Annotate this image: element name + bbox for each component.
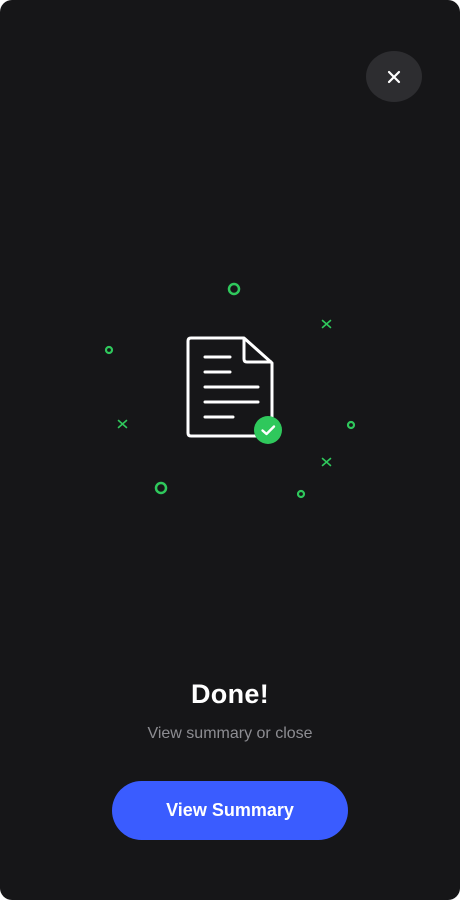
view-summary-button[interactable]: View Summary bbox=[112, 781, 348, 840]
decor-circle-icon bbox=[154, 481, 168, 495]
completion-screen: Done! View summary or close View Summary bbox=[0, 0, 460, 900]
page-title: Done! bbox=[191, 679, 269, 709]
check-badge-icon bbox=[254, 416, 282, 444]
decor-cross-icon bbox=[321, 319, 332, 329]
decor-circle-icon bbox=[227, 282, 241, 296]
success-illustration bbox=[104, 282, 356, 499]
decor-circle-icon bbox=[296, 489, 306, 499]
decor-cross-icon bbox=[117, 419, 128, 429]
decor-circle-icon bbox=[346, 420, 356, 430]
page-subtitle: View summary or close bbox=[147, 725, 313, 742]
decor-circle-icon bbox=[104, 345, 114, 355]
decor-cross-icon bbox=[321, 457, 332, 467]
